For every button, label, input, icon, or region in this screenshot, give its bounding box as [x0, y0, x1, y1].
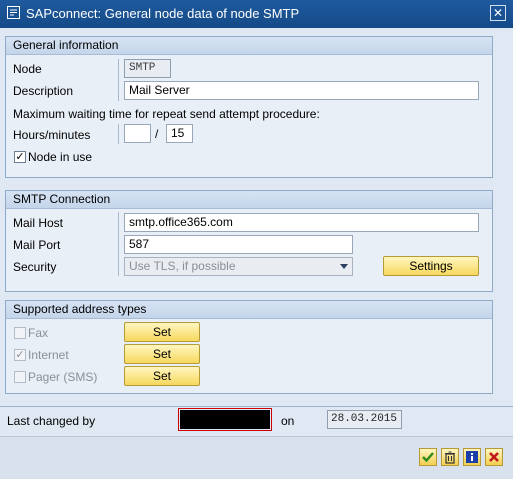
- cancel-button[interactable]: [485, 448, 503, 466]
- node-in-use-checkbox[interactable]: ✓: [14, 151, 26, 163]
- hours-minutes-label: Hours/minutes: [13, 128, 91, 142]
- label-divider: [118, 124, 119, 144]
- chevron-down-icon: [340, 264, 348, 269]
- hours-input[interactable]: [124, 124, 151, 143]
- max-wait-text: Maximum waiting time for repeat send att…: [13, 107, 320, 121]
- label-divider: [118, 212, 119, 276]
- last-changed-date-field: 28.03.2015: [327, 410, 402, 429]
- internet-label: Internet: [28, 348, 69, 362]
- window-title: SAPconnect: General node data of node SM…: [26, 6, 300, 21]
- close-window-button[interactable]: ✕: [490, 5, 506, 21]
- last-changed-by-redacted: [178, 408, 272, 431]
- mail-host-input[interactable]: smtp.office365.com: [124, 213, 479, 232]
- window-menu-icon[interactable]: [7, 6, 20, 19]
- description-input[interactable]: Mail Server: [124, 81, 479, 100]
- pager-sms-label: Pager (SMS): [28, 370, 98, 384]
- set-internet-button[interactable]: Set: [124, 344, 200, 364]
- checkmark-icon: [422, 452, 434, 463]
- cancel-icon: [489, 452, 499, 462]
- description-label: Description: [13, 84, 74, 98]
- settings-button[interactable]: Settings: [383, 256, 479, 276]
- node-in-use-label: Node in use: [28, 150, 93, 164]
- label-divider: [118, 59, 119, 101]
- fax-label: Fax: [28, 326, 49, 340]
- window-title-bar: SAPconnect: General node data of node SM…: [0, 0, 513, 28]
- internet-checkbox[interactable]: ✓: [14, 349, 26, 361]
- security-dropdown[interactable]: Use TLS, if possible: [124, 257, 353, 276]
- fax-checkbox[interactable]: [14, 327, 26, 339]
- info-icon: [466, 451, 478, 463]
- mail-host-label: Mail Host: [13, 216, 64, 230]
- security-dropdown-value: Use TLS, if possible: [129, 259, 236, 273]
- mail-port-label: Mail Port: [13, 238, 61, 252]
- mail-port-input[interactable]: 587: [124, 235, 353, 254]
- group-header-general: General information: [6, 37, 492, 55]
- minutes-input[interactable]: 15: [166, 124, 193, 143]
- set-pager-sms-button[interactable]: Set: [124, 366, 200, 386]
- divider: [0, 406, 513, 407]
- set-fax-button[interactable]: Set: [124, 322, 200, 342]
- hours-minutes-separator: /: [155, 127, 159, 141]
- pager-sms-checkbox[interactable]: [14, 371, 26, 383]
- security-label: Security: [13, 260, 57, 274]
- trash-icon: [445, 451, 455, 464]
- confirm-button[interactable]: [419, 448, 437, 466]
- on-label: on: [281, 414, 295, 428]
- info-button[interactable]: [463, 448, 481, 466]
- node-label: Node: [13, 62, 42, 76]
- last-changed-by-label: Last changed by: [7, 414, 96, 428]
- delete-button[interactable]: [441, 448, 459, 466]
- group-header-smtp: SMTP Connection: [6, 191, 492, 209]
- node-field: SMTP: [124, 59, 171, 78]
- dialog-toolbar: [0, 436, 513, 479]
- group-header-address-types: Supported address types: [6, 301, 492, 319]
